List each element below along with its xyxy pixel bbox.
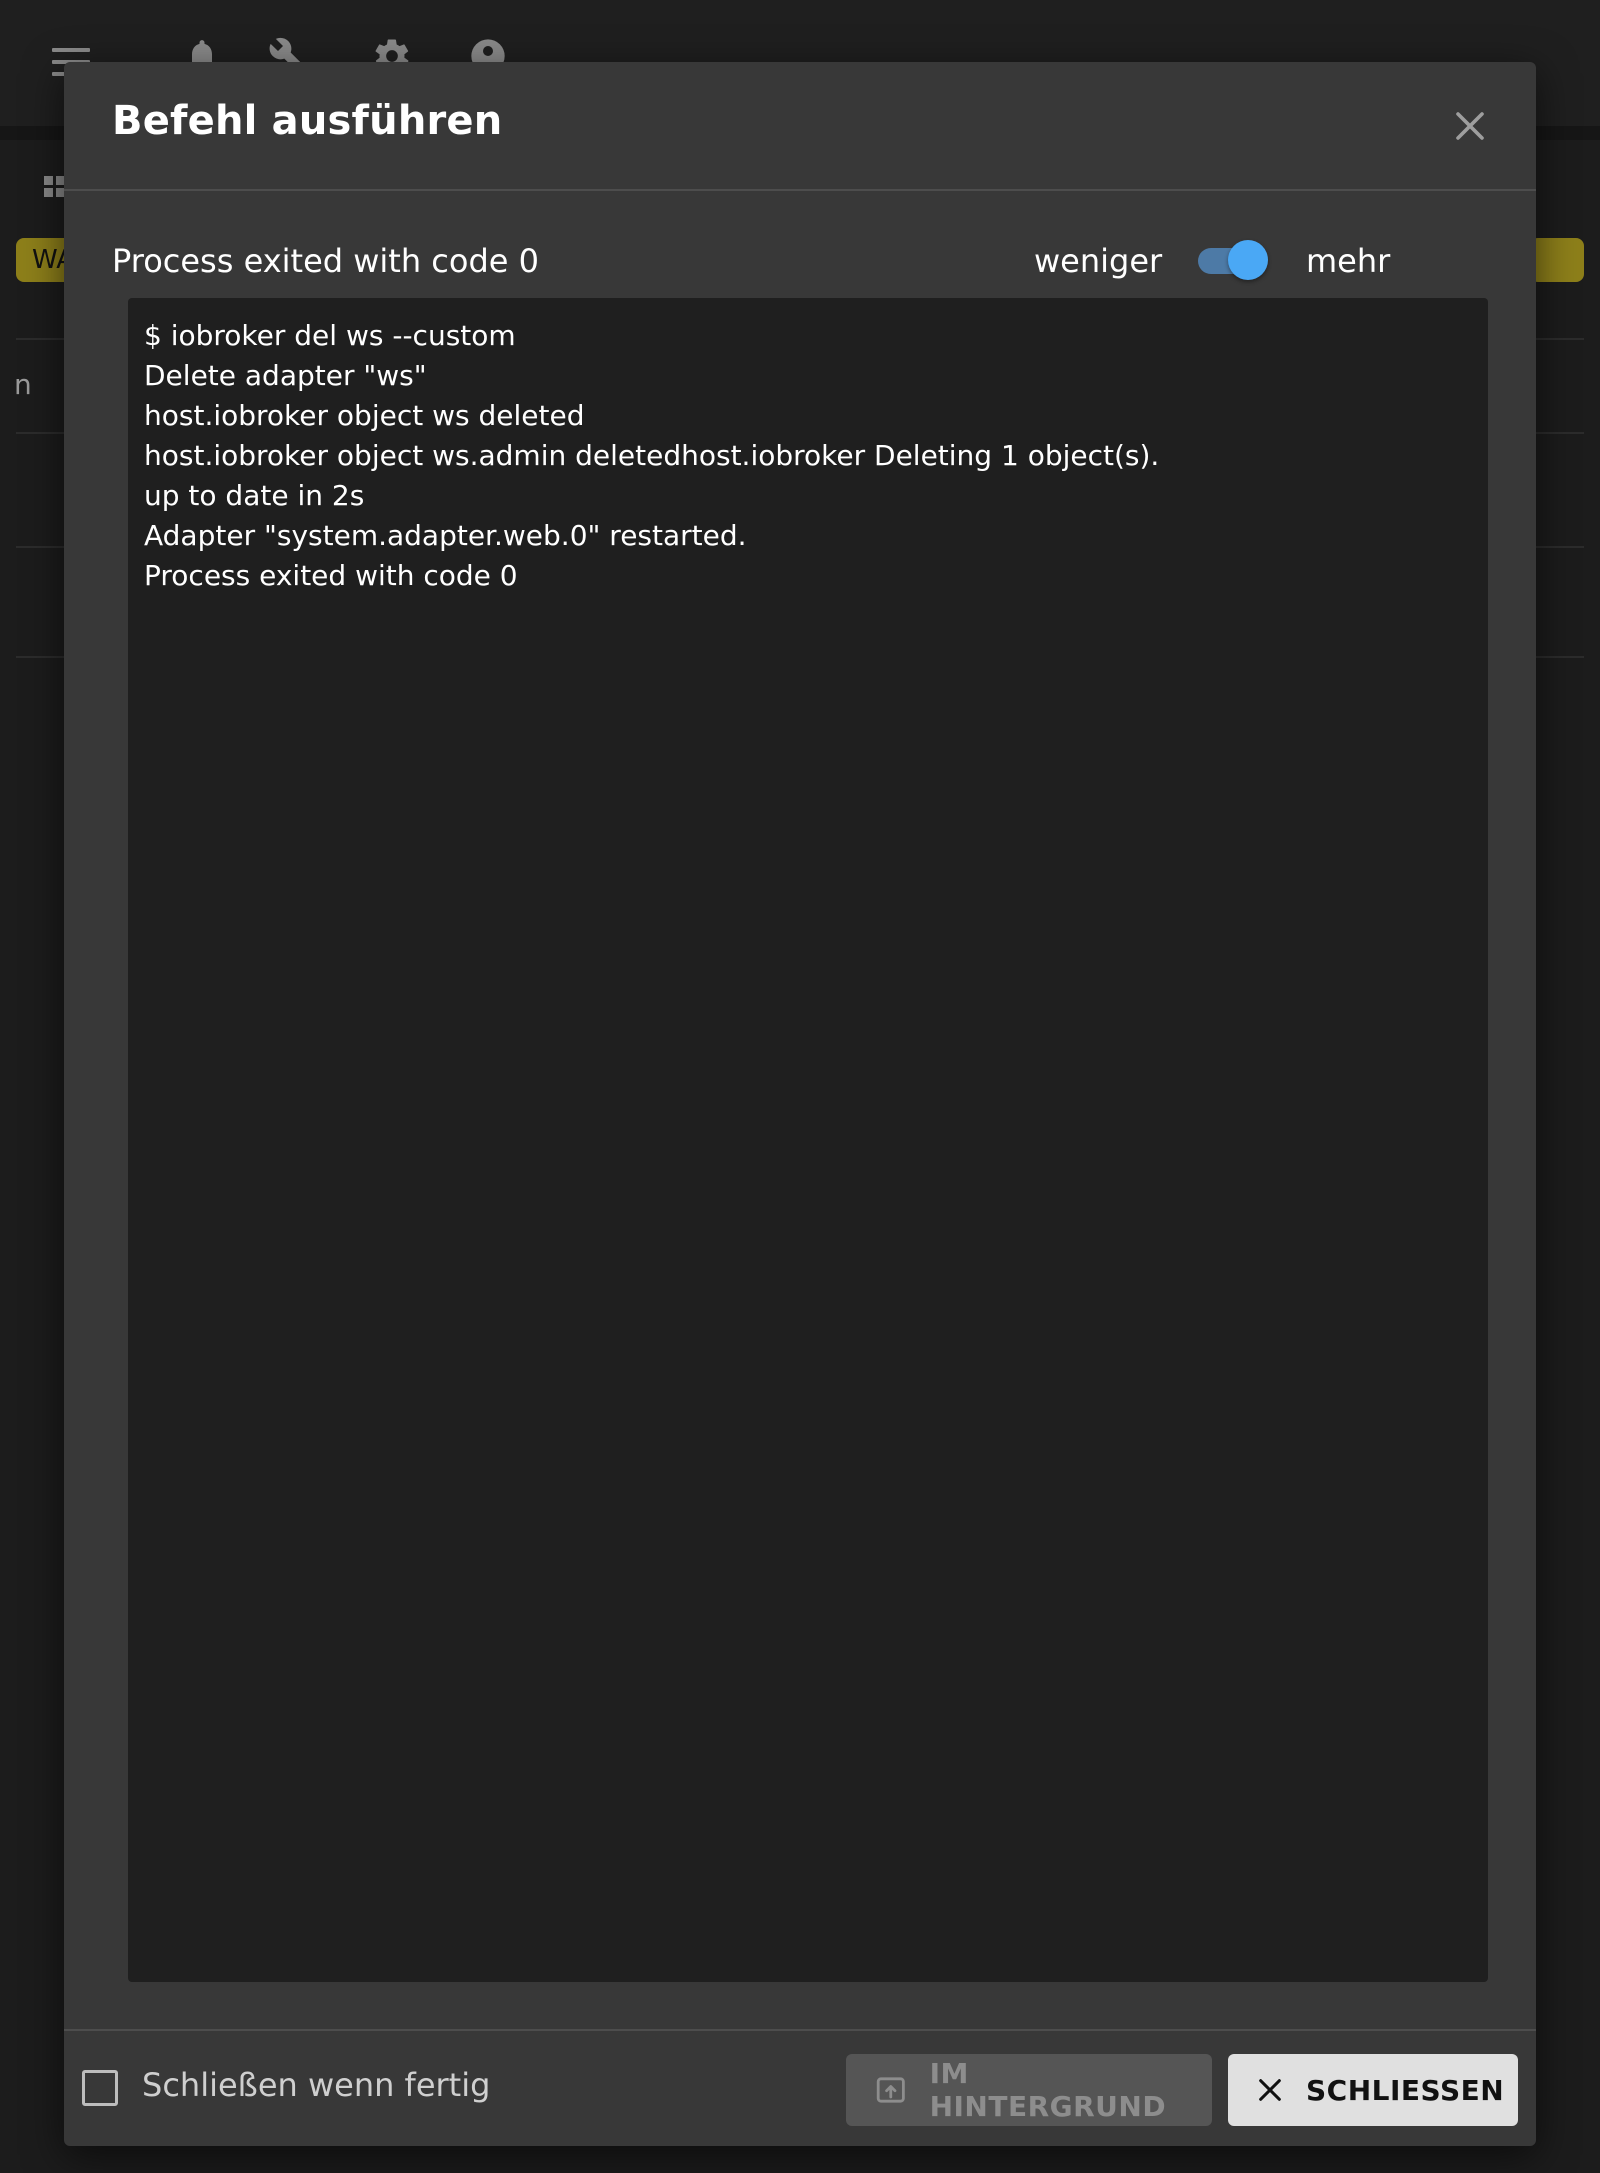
run-in-background-button[interactable]: IM HINTERGRUND [846, 2054, 1212, 2126]
background-badge-right [1530, 238, 1584, 282]
output-line: host.iobroker object ws.admin deletedhos… [144, 439, 1160, 472]
output-line: $ iobroker del ws --custom [144, 319, 516, 352]
command-output: $ iobroker del ws --custom Delete adapte… [128, 298, 1488, 1982]
toggle-less-label: weniger [1034, 242, 1163, 280]
command-dialog: Befehl ausführen Process exited with cod… [64, 62, 1536, 2146]
toggle-more-label: mehr [1306, 242, 1391, 280]
output-line: host.iobroker object ws deleted [144, 399, 585, 432]
background-side-letter: n [14, 368, 32, 401]
auto-close-checkbox[interactable] [82, 2070, 118, 2106]
verbosity-toggle[interactable] [1194, 238, 1270, 282]
close-icon[interactable] [1452, 108, 1488, 144]
process-status: Process exited with code 0 [112, 242, 539, 280]
upload-icon [876, 2077, 905, 2103]
dialog-title: Befehl ausführen [112, 98, 503, 144]
toggle-thumb [1228, 240, 1268, 280]
output-line: Delete adapter "ws" [144, 359, 427, 392]
output-line: up to date in 2s [144, 479, 365, 512]
grid-icon[interactable] [44, 176, 66, 204]
close-button-label: SCHLIESSEN [1306, 2073, 1505, 2107]
run-in-background-label: IM HINTERGRUND [929, 2057, 1167, 2123]
close-button[interactable]: SCHLIESSEN [1228, 2054, 1518, 2126]
auto-close-label: Schließen wenn fertig [142, 2066, 491, 2104]
x-icon [1259, 2079, 1281, 2101]
output-line: Adapter "system.adapter.web.0" restarted… [144, 519, 747, 552]
header-divider [64, 189, 1536, 191]
output-line: Process exited with code 0 [144, 559, 518, 592]
footer-divider [64, 2029, 1536, 2031]
